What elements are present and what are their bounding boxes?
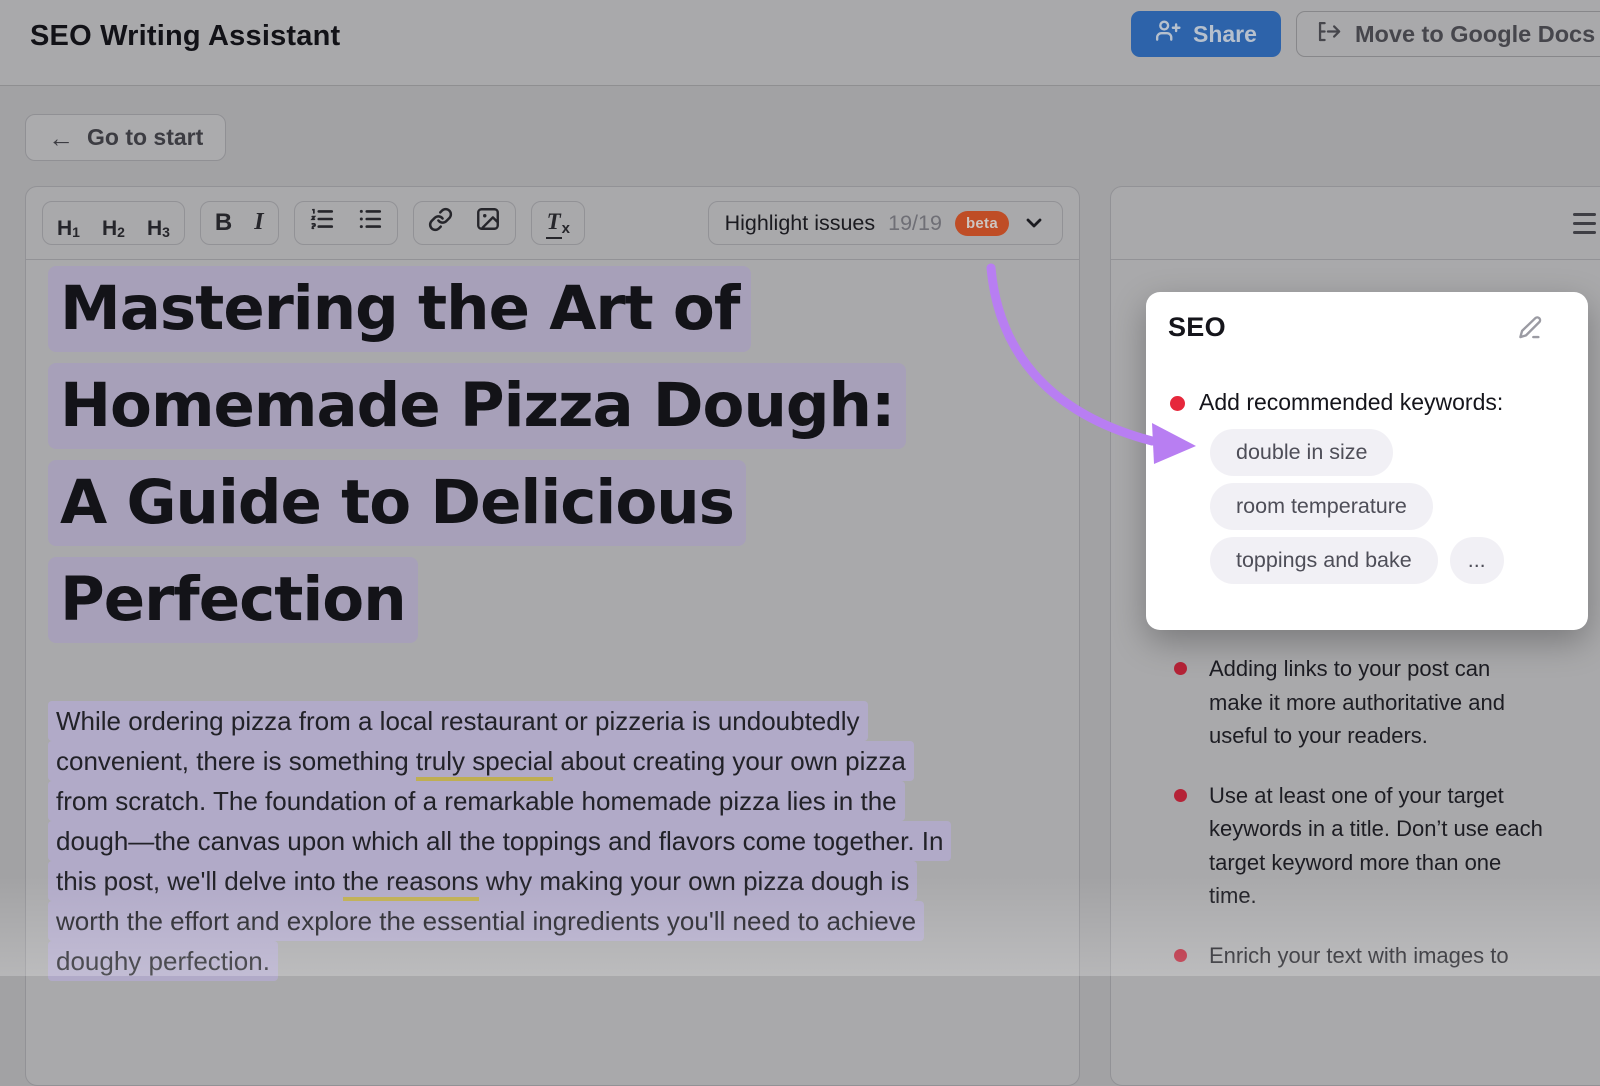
paragraph-line: from scratch. The foundation of a remark… — [48, 781, 1059, 821]
unordered-list-button[interactable] — [346, 204, 394, 242]
more-keywords-pill[interactable]: ... — [1450, 537, 1504, 584]
seo-tips-list: Adding links to your post can make it mo… — [1174, 652, 1594, 998]
seo-spotlight-card: SEO Add recommended keywords: double in … — [1146, 292, 1588, 630]
tip-item: Adding links to your post can make it mo… — [1174, 652, 1594, 753]
unordered-list-icon — [357, 206, 383, 239]
page-title: SEO Writing Assistant — [30, 20, 340, 53]
red-bullet-icon — [1174, 789, 1187, 802]
heading-level-button[interactable]: H1 — [46, 204, 91, 242]
go-to-start-button[interactable]: ← Go to start — [25, 114, 226, 161]
document-heading: Mastering the Art of Homemade Pizza Doug… — [48, 266, 1059, 643]
italic-button[interactable]: I — [243, 204, 274, 242]
red-bullet-icon — [1174, 949, 1187, 962]
ordered-list-button[interactable] — [298, 204, 346, 242]
heading-line: Mastering the Art of — [48, 266, 1059, 352]
header-actions: Share Move to Google Docs — [1131, 11, 1600, 57]
menu-icon[interactable] — [1573, 213, 1596, 240]
issue-underline: truly special — [416, 746, 553, 782]
heading-line: Perfection — [48, 557, 1059, 643]
keyword-pill[interactable]: room temperature — [1210, 483, 1433, 530]
text-style-group: B I — [200, 201, 279, 245]
insert-button-group — [413, 201, 516, 245]
red-bullet-icon — [1170, 396, 1185, 411]
heading-button-group: H1 H2 H3 — [42, 201, 185, 245]
heading-level-button[interactable]: H2 — [91, 204, 136, 242]
bold-button[interactable]: B — [204, 204, 243, 242]
keyword-pill[interactable]: double in size — [1210, 429, 1393, 476]
heading-line: A Guide to Delicious — [48, 460, 1059, 546]
link-icon — [428, 207, 453, 239]
paragraph-line: doughy perfection. — [48, 941, 1059, 981]
export-doc-icon — [1315, 18, 1342, 51]
recommendation-row: Add recommended keywords: — [1170, 389, 1568, 416]
app-header: SEO Writing Assistant Share Move to Goog… — [0, 0, 1600, 86]
user-plus-icon — [1155, 18, 1181, 50]
paragraph-line: convenient, there is something truly spe… — [48, 741, 1059, 781]
editor-content[interactable]: Mastering the Art of Homemade Pizza Doug… — [26, 260, 1079, 981]
arrow-left-icon: ← — [48, 125, 74, 151]
image-icon — [475, 206, 501, 239]
editor-card: H1 H2 H3 B I — [25, 186, 1080, 1086]
ordered-list-icon — [309, 206, 335, 239]
share-button[interactable]: Share — [1131, 11, 1281, 57]
tip-item: Use at least one of your target keywords… — [1174, 779, 1594, 913]
chevron-down-icon — [1022, 211, 1046, 235]
beta-badge: beta — [955, 211, 1009, 236]
heading-level-button[interactable]: H3 — [136, 204, 181, 242]
tip-item: Enrich your text with images to — [1174, 939, 1594, 973]
paragraph-line: While ordering pizza from a local restau… — [48, 701, 1059, 741]
keyword-pill[interactable]: toppings and bake — [1210, 537, 1438, 584]
keyword-pills: double in size room temperature toppings… — [1210, 429, 1588, 584]
panel-header — [1111, 187, 1600, 260]
list-button-group — [294, 201, 398, 245]
editor-toolbar: H1 H2 H3 B I — [26, 187, 1079, 260]
seo-card-header: SEO — [1168, 312, 1544, 343]
paragraph-line: this post, we'll delve into the reasons … — [48, 861, 1059, 901]
heading-line: Homemade Pizza Dough: — [48, 363, 1059, 449]
move-to-google-docs-button[interactable]: Move to Google Docs — [1296, 11, 1600, 57]
edit-pencil-icon[interactable] — [1517, 314, 1544, 341]
issues-count: 19/19 — [888, 211, 942, 236]
clear-format-group: Tx — [531, 201, 585, 245]
paragraph-line: worth the effort and explore the essenti… — [48, 901, 1059, 941]
paragraph-line: dough—the canvas upon which all the topp… — [48, 821, 1059, 861]
link-button[interactable] — [417, 204, 464, 242]
document-paragraph: While ordering pizza from a local restau… — [48, 701, 1059, 981]
seo-card-title: SEO — [1168, 312, 1226, 343]
issue-underline: the reasons — [343, 866, 479, 902]
clear-formatting-button[interactable]: Tx — [535, 204, 581, 242]
image-button[interactable] — [464, 204, 512, 242]
recommendation-text: Add recommended keywords: — [1199, 389, 1503, 416]
highlight-issues-dropdown[interactable]: Highlight issues 19/19 beta — [708, 201, 1063, 245]
red-bullet-icon — [1174, 662, 1187, 675]
